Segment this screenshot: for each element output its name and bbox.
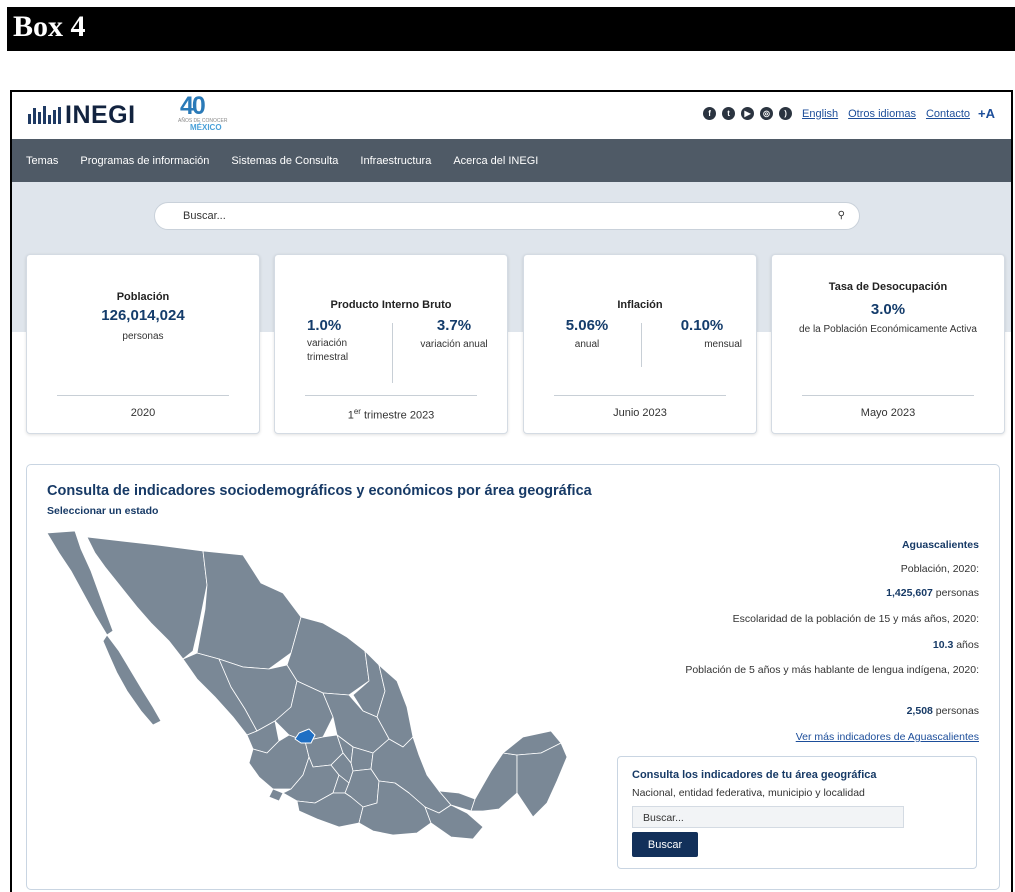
anniversary-logo: 40 AÑOS DE CONOCER MÉXICO xyxy=(178,92,230,134)
nav-item-programas[interactable]: Programas de información xyxy=(80,155,209,167)
pib-annual-value: 3.7% xyxy=(436,317,472,334)
top-links: f t ▶ ◎ ) English Otros idiomas Contacto… xyxy=(703,106,995,121)
schooling-unit: años xyxy=(956,639,979,651)
population-stat: 1,425,607 personas xyxy=(886,587,979,599)
geo-search-input[interactable]: Buscar... xyxy=(632,806,904,828)
card-description: de la Población Económicamente Activa xyxy=(799,324,977,335)
pib-quarterly-label: variación trimestral xyxy=(307,338,349,363)
schooling-stat: 10.3 años xyxy=(933,639,979,651)
top-bar: INEGI 40 AÑOS DE CONOCER MÉXICO f t ▶ ◎ … xyxy=(12,92,1011,139)
instagram-icon[interactable]: ◎ xyxy=(760,107,774,120)
panel-subtitle: Seleccionar un estado xyxy=(47,505,159,517)
anniversary-number: 40 xyxy=(180,92,206,120)
inegi-logo-text: INEGI xyxy=(65,100,136,129)
contact-link[interactable]: Contacto xyxy=(926,108,970,120)
map-state-chihuahua xyxy=(196,550,302,670)
nav-item-acerca[interactable]: Acerca del INEGI xyxy=(453,155,538,167)
card-divider xyxy=(305,395,477,396)
inegi-logo-icon xyxy=(28,106,61,124)
card-inflacion[interactable]: Inflación 5.06% anual 0.10% mensual Juni… xyxy=(523,254,757,434)
twitter-icon[interactable]: t xyxy=(722,107,736,120)
selected-state-name: Aguascalientes xyxy=(901,539,979,551)
main-nav: Temas Programas de información Sistemas … xyxy=(12,139,1011,182)
search-icon[interactable]: ⚲ xyxy=(838,210,845,221)
indigenous-value: 2,508 xyxy=(906,705,933,717)
card-pib[interactable]: Producto Interno Bruto 1.0% variación tr… xyxy=(274,254,508,434)
card-divider xyxy=(554,395,726,396)
search-placeholder: Buscar... xyxy=(183,210,226,222)
card-divider xyxy=(802,395,974,396)
indigenous-label: Población de 5 años y más hablante de le… xyxy=(685,664,979,676)
youtube-icon[interactable]: ▶ xyxy=(741,107,755,120)
english-link[interactable]: English xyxy=(802,108,838,120)
mexico-map[interactable] xyxy=(47,531,607,841)
card-footer: Junio 2023 xyxy=(613,407,667,419)
schooling-label: Escolaridad de la población de 15 y más … xyxy=(732,613,979,625)
font-size-button[interactable]: +A xyxy=(978,106,995,121)
card-value: 3.0% xyxy=(870,301,906,318)
card-unit: personas xyxy=(122,331,164,342)
card-footer: 2020 xyxy=(130,407,156,419)
search-input[interactable]: Buscar... ⚲ xyxy=(154,202,860,230)
anniversary-country: MÉXICO xyxy=(190,123,222,132)
nav-item-infraestructura[interactable]: Infraestructura xyxy=(360,155,431,167)
geo-search-title: Consulta los indicadores de tu área geog… xyxy=(632,769,877,781)
map-state-campeche xyxy=(470,752,518,812)
other-languages-link[interactable]: Otros idiomas xyxy=(848,108,916,120)
browser-page: INEGI 40 AÑOS DE CONOCER MÉXICO f t ▶ ◎ … xyxy=(10,90,1013,892)
geo-search-box: Consulta los indicadores de tu área geog… xyxy=(617,756,977,869)
panel-title: Consulta de indicadores sociodemográfico… xyxy=(47,483,592,499)
card-value: 126,014,024 xyxy=(101,307,185,324)
inflation-monthly-value: 0.10% xyxy=(680,317,724,334)
card-footer: 1er trimestre 2023 xyxy=(275,407,507,422)
card-desocupacion[interactable]: Tasa de Desocupación 3.0% de la Població… xyxy=(771,254,1005,434)
card-title: Producto Interno Bruto xyxy=(330,299,452,311)
geo-search-subtitle: Nacional, entidad federativa, municipio … xyxy=(632,787,865,799)
card-title: Tasa de Desocupación xyxy=(828,281,948,293)
inflation-annual-label: anual xyxy=(574,339,600,350)
inflation-monthly-label: mensual xyxy=(704,339,742,350)
card-title: Inflación xyxy=(617,299,663,311)
pib-quarterly: 1.0% xyxy=(279,317,379,334)
card-column-divider xyxy=(641,323,642,367)
population-label: Población, 2020: xyxy=(900,563,979,575)
card-title: Población xyxy=(116,291,170,303)
card-column-divider xyxy=(392,323,393,383)
map-state-baja-california-sur xyxy=(102,634,162,726)
population-value: 1,425,607 xyxy=(886,587,933,599)
geo-indicators-panel: Consulta de indicadores sociodemográfico… xyxy=(26,464,1000,890)
footer-period: trimestre 2023 xyxy=(360,409,435,422)
card-poblacion[interactable]: Población 126,014,024 personas 2020 xyxy=(26,254,260,434)
box-label-banner: Box 4 xyxy=(7,7,1015,51)
geo-search-button[interactable]: Buscar xyxy=(632,832,698,857)
indigenous-unit: personas xyxy=(935,705,979,717)
pib-quarterly-value: 1.0% xyxy=(307,317,342,334)
nav-item-temas[interactable]: Temas xyxy=(26,155,58,167)
inflation-annual-value: 5.06% xyxy=(565,317,609,334)
footer-ordinal-suffix: er xyxy=(353,407,361,416)
population-unit: personas xyxy=(935,587,979,599)
box-label: Box 4 xyxy=(13,10,86,43)
indigenous-stat: 2,508 personas xyxy=(907,705,979,717)
rss-icon[interactable]: ) xyxy=(779,107,793,120)
schooling-value: 10.3 xyxy=(932,639,954,651)
pib-annual-label: variación anual xyxy=(420,339,488,350)
inegi-logo[interactable]: INEGI xyxy=(28,100,136,129)
map-state-colima xyxy=(268,788,284,802)
more-indicators-link[interactable]: Ver más indicadores de Aguascalientes xyxy=(796,731,979,743)
facebook-icon[interactable]: f xyxy=(703,107,717,120)
nav-item-sistemas[interactable]: Sistemas de Consulta xyxy=(231,155,338,167)
map-state-quintana-roo xyxy=(516,742,568,818)
card-footer: Mayo 2023 xyxy=(860,407,916,419)
card-divider xyxy=(57,395,229,396)
